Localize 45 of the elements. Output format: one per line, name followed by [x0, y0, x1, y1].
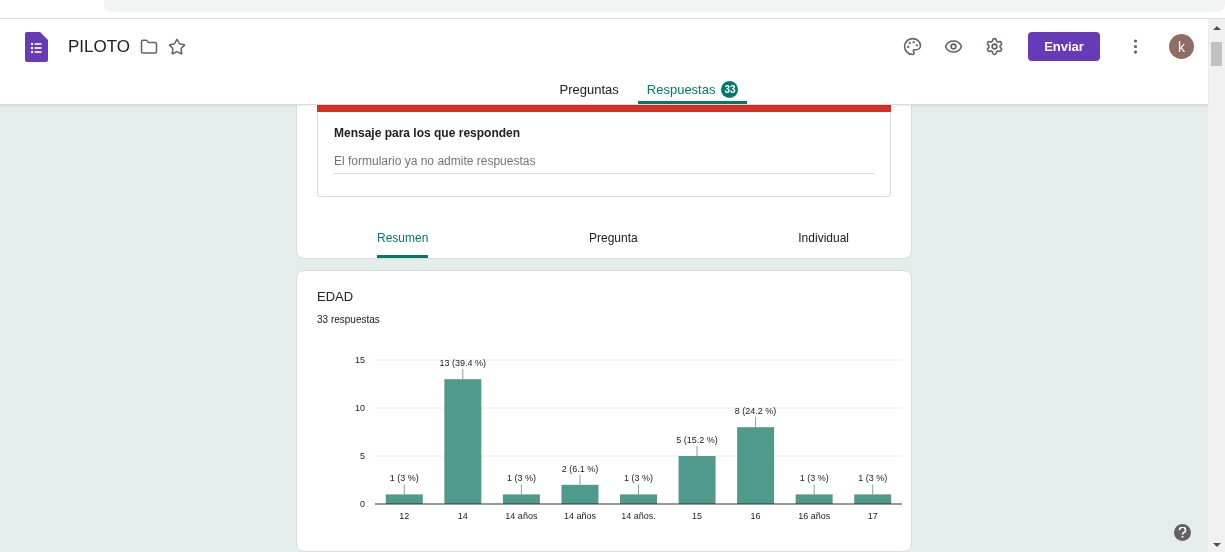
axis-category-label: 17 [867, 511, 878, 521]
count-badge: 33 [721, 80, 739, 98]
message-card[interactable]: Mensaje para los que responden El formulario ya no admite respuestas [317, 112, 891, 197]
axis-tick-label: 10 [355, 403, 365, 413]
axis-category-label: 16 años [798, 511, 831, 521]
response-count: 33 respuestas [317, 314, 381, 325]
bar [561, 484, 599, 504]
data-label: 1 (3 %) [389, 473, 419, 484]
data-label: 1 (3 %) [506, 473, 536, 484]
avatar[interactable]: k [1169, 34, 1194, 59]
folder-icon[interactable] [140, 37, 159, 56]
view-tab[interactable]: Resumen [377, 221, 429, 258]
axis-category-label: 14 [457, 511, 468, 521]
axis-category-label: 16 [750, 511, 761, 521]
star-icon[interactable] [168, 37, 187, 56]
bar [502, 494, 540, 504]
view-tab[interactable]: Individual [798, 221, 849, 258]
axis-category-label: 14 años [563, 511, 596, 521]
question-title: EDAD [317, 289, 355, 304]
data-label: 1 (3 %) [799, 473, 829, 484]
view-tab[interactable]: Pregunta [588, 221, 638, 258]
axis-category-label: 14 años [505, 511, 538, 521]
data-label: 8 (24.2 %) [734, 406, 777, 417]
send-button[interactable]: Enviar [1028, 32, 1100, 61]
bar [678, 456, 716, 504]
message-label: Mensaje para los que responden [334, 126, 522, 140]
data-label: 1 (3 %) [858, 473, 888, 484]
bar [854, 494, 892, 504]
axis-tick-label: 5 [360, 451, 365, 461]
axis-tick-label: 15 [355, 355, 365, 365]
data-label: 2 (6.1 %) [561, 463, 599, 474]
axis-category-label: 15 [692, 511, 703, 521]
bar [620, 494, 657, 504]
bar [385, 494, 423, 504]
forms-logo-icon [25, 31, 48, 62]
scrollbar[interactable] [1208, 19, 1225, 552]
data-label: 1 (3 %) [624, 473, 653, 484]
axis-category-label: 14 años. [621, 511, 656, 521]
header-tab[interactable]: Preguntas [550, 74, 628, 104]
form-title: PILOTO [68, 36, 131, 57]
axis-category-label: 12 [399, 511, 410, 521]
bar [795, 494, 833, 504]
data-label: 5 (15.2 %) [676, 435, 718, 445]
data-label: 13 (39.4 %) [439, 358, 487, 369]
axis-tick-label: 0 [360, 499, 365, 509]
